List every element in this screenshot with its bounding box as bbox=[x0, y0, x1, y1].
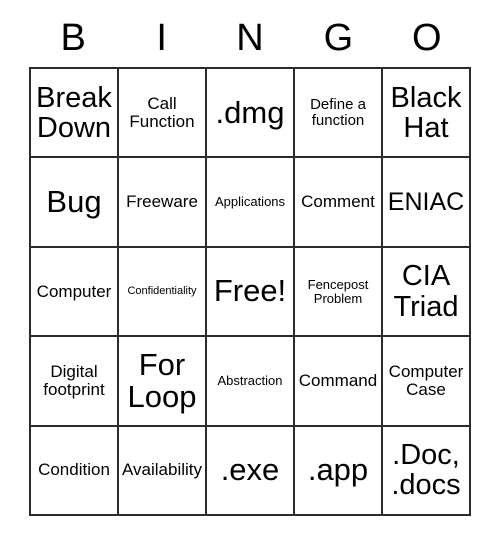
bingo-row: Digital footprint For Loop Abstraction C… bbox=[31, 337, 471, 427]
bingo-card: B I N G O Break Down Call Function .dmg … bbox=[0, 0, 500, 544]
bingo-cell[interactable]: .exe bbox=[207, 426, 295, 517]
bingo-grid: Break Down Call Function .dmg Define a f… bbox=[29, 67, 471, 517]
bingo-cell[interactable]: Command bbox=[295, 337, 383, 427]
bingo-cell-label: Fencepost Problem bbox=[307, 277, 369, 306]
bingo-cell-label: Free! bbox=[213, 273, 287, 309]
bingo-cell-label: Computer bbox=[36, 281, 112, 301]
bingo-cell[interactable]: Availability bbox=[119, 426, 207, 517]
bingo-cell[interactable]: Black Hat bbox=[383, 69, 471, 159]
bingo-header-row: B I N G O bbox=[29, 12, 471, 64]
bingo-cell-label: Availability bbox=[122, 460, 203, 480]
bingo-cell-free-space[interactable]: Free! bbox=[207, 247, 295, 338]
bingo-cell[interactable]: Condition bbox=[31, 426, 119, 517]
bingo-cell-label: Bug bbox=[46, 183, 102, 219]
bingo-cell[interactable]: .app bbox=[295, 426, 383, 517]
bingo-cell-label: .app bbox=[307, 452, 369, 488]
bingo-cell[interactable]: ENIAC bbox=[383, 158, 471, 248]
bingo-row: Break Down Call Function .dmg Define a f… bbox=[31, 69, 471, 159]
bingo-header-letter-b: B bbox=[60, 17, 86, 59]
bingo-cell-label: ENIAC bbox=[387, 188, 465, 217]
bingo-cell-label: Abstraction bbox=[217, 373, 283, 389]
bingo-cell-label: Confidentiality bbox=[127, 284, 197, 297]
bingo-cell[interactable]: CIA Triad bbox=[383, 247, 471, 338]
bingo-cell-label: Computer Case bbox=[388, 362, 464, 399]
bingo-cell[interactable]: For Loop bbox=[119, 337, 207, 427]
bingo-cell[interactable]: Computer bbox=[31, 247, 119, 338]
bingo-cell[interactable]: .dmg bbox=[207, 69, 295, 159]
bingo-cell[interactable]: Break Down bbox=[31, 69, 119, 159]
bingo-cell[interactable]: Fencepost Problem bbox=[295, 247, 383, 338]
bingo-row: Bug Freeware Applications Comment ENIAC bbox=[31, 158, 471, 248]
bingo-row: Condition Availability .exe .app .Doc, .… bbox=[31, 426, 471, 517]
bingo-cell-label: .dmg bbox=[215, 94, 285, 130]
bingo-cell-label: Applications bbox=[214, 194, 286, 210]
bingo-cell[interactable]: Computer Case bbox=[383, 337, 471, 427]
bingo-cell[interactable]: Comment bbox=[295, 158, 383, 248]
bingo-row: Computer Confidentiality Free! Fencepost… bbox=[31, 247, 471, 338]
bingo-header-letter-o: O bbox=[412, 17, 442, 59]
bingo-cell-label: .Doc, .docs bbox=[391, 439, 461, 502]
bingo-cell-label: For Loop bbox=[127, 346, 197, 414]
bingo-cell-label: Break Down bbox=[36, 81, 112, 144]
bingo-cell-label: Freeware bbox=[126, 192, 198, 212]
bingo-header-letter-g: G bbox=[323, 17, 354, 59]
bingo-cell[interactable]: Define a function bbox=[295, 69, 383, 159]
bingo-cell-label: Condition bbox=[38, 460, 110, 480]
bingo-cell[interactable]: Call Function bbox=[119, 69, 207, 159]
bingo-cell[interactable]: Abstraction bbox=[207, 337, 295, 427]
bingo-cell-label: .exe bbox=[220, 452, 280, 488]
bingo-cell-label: Define a function bbox=[310, 96, 366, 129]
bingo-cell[interactable]: .Doc, .docs bbox=[383, 426, 471, 517]
bingo-header-letter-n: N bbox=[236, 17, 264, 59]
bingo-cell[interactable]: Digital footprint bbox=[31, 337, 119, 427]
bingo-header-letter-i: I bbox=[156, 17, 167, 59]
bingo-cell[interactable]: Applications bbox=[207, 158, 295, 248]
bingo-cell-label: Black Hat bbox=[390, 81, 462, 144]
bingo-cell-label: Comment bbox=[301, 192, 375, 212]
bingo-cell[interactable]: Confidentiality bbox=[119, 247, 207, 338]
bingo-cell[interactable]: Bug bbox=[31, 158, 119, 248]
bingo-cell-label: CIA Triad bbox=[393, 260, 459, 323]
bingo-cell-label: Command bbox=[298, 371, 378, 391]
bingo-cell-label: Call Function bbox=[129, 94, 195, 131]
bingo-cell[interactable]: Freeware bbox=[119, 158, 207, 248]
bingo-cell-label: Digital footprint bbox=[43, 362, 105, 399]
